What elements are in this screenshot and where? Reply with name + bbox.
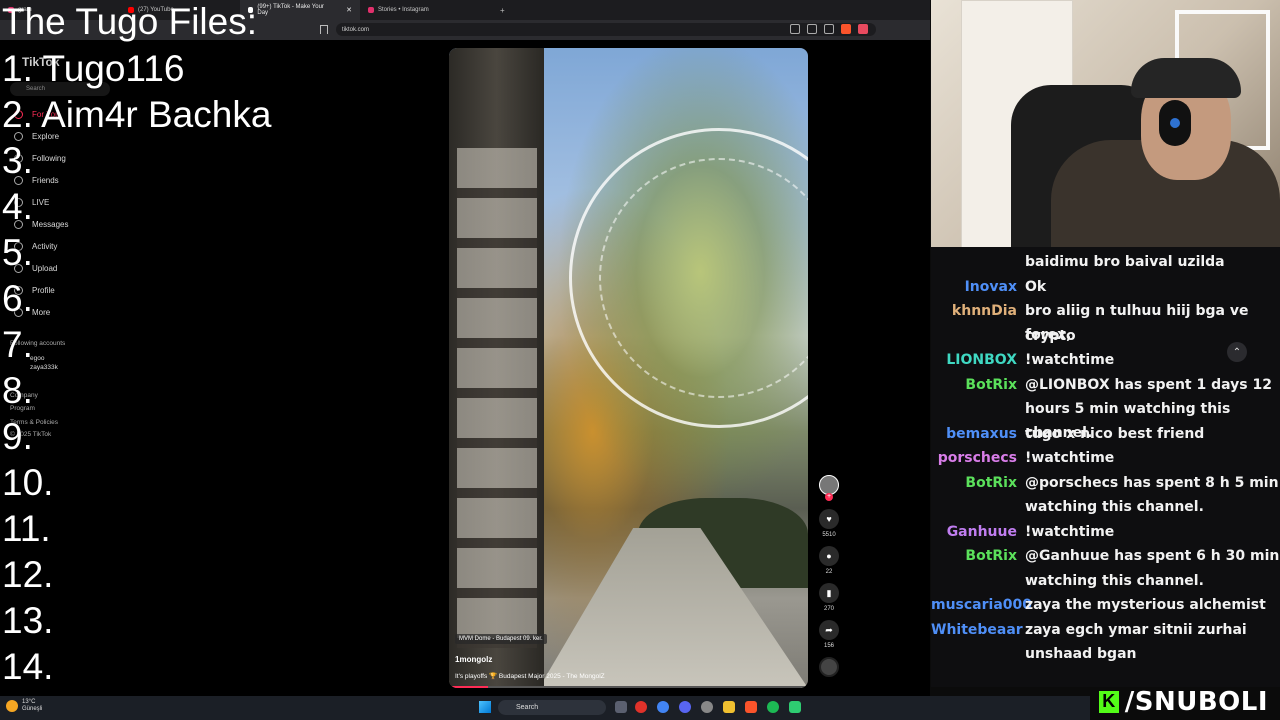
spotify-icon[interactable]: [767, 701, 779, 713]
overlay-item: 14.: [2, 646, 54, 687]
overlay-item: 11.: [2, 508, 51, 549]
new-tab-button[interactable]: +: [490, 6, 515, 15]
file-explorer-icon[interactable]: [723, 701, 735, 713]
headset-icon: [1159, 100, 1191, 146]
chat-username[interactable]: BotRix: [931, 544, 1017, 568]
video-caption: It's playoffs 🏆 Budapest Major 2025 - Th…: [455, 673, 605, 680]
chat-text: !watchtime: [1025, 523, 1115, 540]
chat-text: zaya the mysterious alchemist: [1025, 597, 1266, 613]
webcam-feed: [931, 0, 1280, 247]
overlay-item: 6.: [2, 278, 33, 319]
bookmark-icon[interactable]: [320, 25, 328, 34]
opera-icon[interactable]: [635, 701, 647, 713]
tab-tiktok[interactable]: (99+) TikTok - Make Your Day ✕: [240, 0, 360, 20]
chevron-up-icon[interactable]: ⌃: [1227, 342, 1247, 362]
chrome-icon[interactable]: [657, 701, 669, 713]
overlay-item: 2. Aim4r Bachka: [2, 94, 272, 135]
streamer-brand: K /SNUBOLI: [1090, 683, 1280, 720]
taskbar-search[interactable]: Search: [498, 700, 606, 715]
creator-avatar[interactable]: [819, 475, 839, 501]
comment-count: 22: [825, 569, 833, 575]
app-icon[interactable]: [789, 701, 801, 713]
task-view-icon[interactable]: [615, 701, 627, 713]
chat-username[interactable]: bemaxus: [931, 422, 1017, 446]
video-username[interactable]: 1mongolz: [455, 655, 492, 664]
browser-toolbar: [790, 24, 868, 34]
like-count: 5510: [822, 532, 836, 538]
chat-username[interactable]: Inovax: [931, 275, 1017, 299]
share-arrow-icon: ➦: [825, 624, 833, 635]
bookmark-icon: ▮: [826, 587, 832, 598]
save-button[interactable]: ▮: [819, 583, 839, 603]
chat-username[interactable]: BotRix: [931, 471, 1017, 495]
chat-text: watching this channel.: [1025, 499, 1204, 515]
steam-icon[interactable]: [701, 701, 713, 713]
overlay-item: 7.: [2, 324, 33, 365]
chat-username[interactable]: Whitebeaar: [931, 618, 1023, 642]
like-button[interactable]: ♥: [819, 509, 839, 529]
weather-widget[interactable]: 13°C Güneşli: [6, 699, 42, 713]
brave-icon[interactable]: [745, 701, 757, 713]
save-count: 270: [823, 606, 834, 612]
chat-text: baidimu bro baival uzilda: [1025, 254, 1225, 270]
chat-text: watching this channel.: [1025, 572, 1204, 589]
weather-text: Güneşli: [22, 706, 43, 712]
following-account-2[interactable]: zaya333k: [30, 364, 58, 371]
chat-username[interactable]: muscaria000: [931, 593, 1032, 617]
windows-start-icon[interactable]: [479, 701, 491, 713]
temperature: 13°C: [22, 699, 36, 705]
music-disc-icon[interactable]: [819, 657, 839, 677]
cast-icon[interactable]: [807, 24, 817, 34]
chat-text: !watchtime: [1025, 450, 1115, 466]
share-button[interactable]: ➦: [819, 620, 839, 640]
streamer-name: /SNUBOLI: [1124, 686, 1268, 717]
chat-text: @Ganhuue has spent 6 h 30 min: [1025, 548, 1280, 564]
chat-panel: baidimu bro baival uzilda Inovax Ok khnnDia…: [931, 247, 1280, 687]
chat-text: Ok: [1025, 278, 1047, 295]
comment-icon: ●: [826, 551, 832, 561]
screenshot-icon[interactable]: [790, 24, 800, 34]
instagram-icon: [368, 7, 374, 13]
overlay-item: 5.: [2, 232, 33, 273]
tab-instagram-stories[interactable]: Stories • Instagram: [360, 0, 490, 20]
overlay-item: 13.: [2, 600, 54, 641]
overlay-item: 12.: [2, 554, 54, 595]
video-player[interactable]: MVM Dome - Budapest 09. ker. 1mongolz It…: [449, 48, 808, 688]
chat-username[interactable]: Ganhuue: [931, 520, 1017, 544]
share-count: 156: [823, 643, 834, 649]
location-chip[interactable]: MVM Dome - Budapest 09. ker.: [455, 634, 547, 644]
overlay-title: The Tugo Files:: [2, 1, 258, 42]
discord-icon[interactable]: [679, 701, 691, 713]
memorial-photos: [457, 148, 537, 648]
cap: [1131, 58, 1241, 98]
overlay-item: 1. Tugo116: [2, 48, 185, 89]
video-progress-bar[interactable]: [449, 686, 808, 688]
chat-text: @LIONBOX has spent 1 days 12: [1025, 376, 1272, 393]
kick-logo-icon: K: [1098, 690, 1119, 713]
close-tab-icon[interactable]: ✕: [346, 6, 352, 14]
overlay-item: 10.: [2, 462, 54, 503]
video-progress-fill: [449, 686, 489, 688]
chat-username[interactable]: khnnDia: [931, 299, 1017, 323]
overlay-item: 8.: [2, 370, 33, 411]
taskbar: 13°C Güneşli Search: [0, 696, 1090, 720]
overlay-item: 9.: [2, 416, 33, 457]
chat-username[interactable]: BotRix: [931, 373, 1017, 397]
sun-icon: [6, 700, 18, 712]
brave-rewards-icon[interactable]: [858, 24, 868, 34]
comment-button[interactable]: ●: [819, 546, 839, 566]
overlay-item: 4.: [2, 186, 33, 227]
heart-icon: ♥: [826, 514, 832, 524]
chat-text: unshaad bgan: [1025, 646, 1137, 662]
chat-text: tugo x nico best friend: [1025, 425, 1205, 442]
chat-username[interactable]: LIONBOX: [931, 348, 1017, 372]
chat-text: @porschecs has spent 8 h 5 min: [1025, 474, 1279, 491]
brave-shield-icon[interactable]: [841, 24, 851, 34]
share-icon[interactable]: [824, 24, 834, 34]
action-rail: ♥ 5510 ● 22 ▮ 270 ➦ 156: [818, 475, 840, 677]
chat-text: zaya egch ymar sitnii zurhai: [1025, 621, 1247, 638]
chat-username[interactable]: porschecs: [931, 446, 1017, 470]
overlay-item: 3.: [2, 140, 33, 181]
